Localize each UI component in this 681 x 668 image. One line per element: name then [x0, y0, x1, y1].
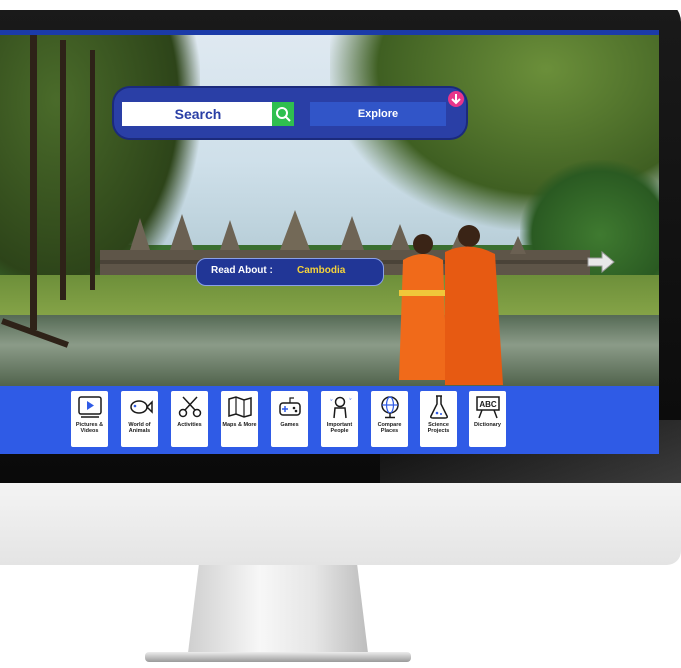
- search-bar: Search Explore: [114, 88, 466, 138]
- hanging-root: [60, 40, 66, 300]
- explore-button[interactable]: Explore: [310, 102, 446, 126]
- toolbar-item-compare-places[interactable]: Compare Places: [371, 391, 408, 447]
- screen-top-bar: [0, 30, 659, 35]
- toolbar-item-games[interactable]: Games: [271, 391, 308, 447]
- toolbar-item-maps-more[interactable]: Maps & More: [221, 391, 258, 447]
- bezel-top-edge: [0, 0, 681, 10]
- search-input[interactable]: Search: [122, 102, 274, 126]
- toolbar-item-label: Science Projects: [427, 422, 450, 434]
- search-icon: [276, 107, 291, 122]
- svg-text:ABC: ABC: [479, 400, 497, 409]
- toolbar-item-pictures-videos[interactable]: Pictures & Videos: [71, 391, 108, 447]
- read-about-label: Read About :: [211, 265, 273, 276]
- toolbar-item-world-of-animals[interactable]: World of Animals: [121, 391, 158, 447]
- map-icon: [227, 396, 252, 418]
- download-arrow-icon: [451, 94, 461, 105]
- monitor-stand-base: [145, 652, 411, 662]
- toolbar-item-label: World of Animals: [128, 422, 151, 434]
- search-button[interactable]: [272, 102, 294, 126]
- toolbar-item-label: Activities: [177, 422, 202, 428]
- monks-image: [399, 225, 503, 385]
- fish-icon: [129, 400, 153, 414]
- toolbar-item-label: Important People: [326, 422, 353, 434]
- toolbar-item-dictionary[interactable]: ABC Dictionary: [469, 391, 506, 447]
- toolbar-item-important-people[interactable]: Important People: [321, 391, 358, 447]
- toolbar-item-label: Games: [280, 422, 299, 428]
- toolbar-item-label: Maps & More: [222, 422, 257, 428]
- hanging-root: [90, 50, 95, 290]
- screen: Search Explore Read About : Cambodia Pic…: [0, 30, 659, 454]
- scissors-icon: [178, 396, 201, 418]
- hanging-root: [30, 30, 37, 330]
- monitor-chin: [0, 483, 681, 565]
- background-water-reflection: [0, 315, 659, 390]
- flask-icon: [429, 395, 448, 419]
- globe-icon: [380, 396, 399, 419]
- next-arrow-icon[interactable]: [586, 250, 616, 274]
- read-about-box[interactable]: Read About : Cambodia: [196, 258, 384, 286]
- abc-board-icon: ABC: [475, 396, 500, 419]
- read-about-country[interactable]: Cambodia: [297, 265, 345, 276]
- monitor-stand-neck: [188, 565, 368, 653]
- game-controller-icon: [278, 397, 301, 416]
- toolbar-item-label: Pictures & Videos: [75, 422, 104, 434]
- bottom-toolbar: Pictures & Videos World of Animals Activ…: [0, 386, 659, 454]
- toolbar-item-activities[interactable]: Activities: [171, 391, 208, 447]
- toolbar-item-label: Dictionary: [474, 422, 501, 428]
- toolbar-item-label: Compare Places: [377, 422, 402, 434]
- astronaut-icon: [329, 396, 352, 419]
- download-badge[interactable]: [448, 91, 464, 107]
- video-player-icon: [77, 396, 102, 418]
- toolbar-item-science-projects[interactable]: Science Projects: [420, 391, 457, 447]
